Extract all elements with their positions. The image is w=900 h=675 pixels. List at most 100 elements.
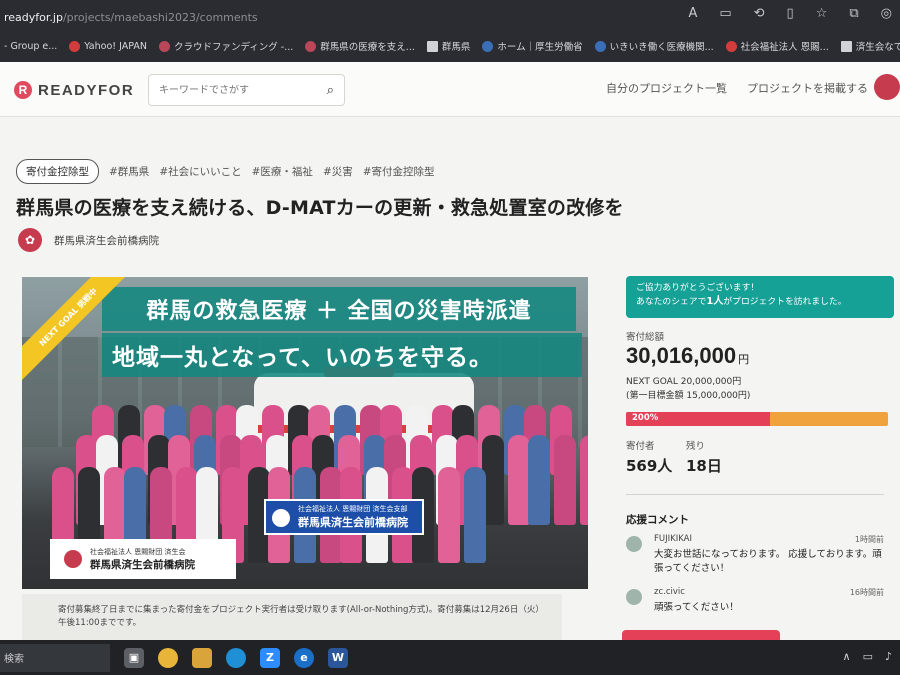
header-links: 自分のプロジェクト一覧 プロジェクトを掲載する [606,80,868,96]
comment-text: 大変お世話になっております。 応援しております。頑張ってください！ [654,549,882,575]
bookmark-item[interactable]: ホーム｜厚生労働省 [482,39,583,53]
comment-time: 16時間前 [849,588,884,597]
tag-link[interactable]: #社会にいいこと [159,164,241,179]
bookmark-item[interactable]: - Group e... [4,41,57,52]
zoom-icon[interactable]: Z [260,647,280,668]
bookmark-item[interactable]: 群馬県の医療を支え... [305,39,415,53]
tag-link[interactable]: #寄付金控除型 [363,164,435,179]
gunma-icon [426,40,438,52]
comment-item[interactable]: zc.civic 16時間前 頑張ってください！ [626,587,884,617]
remaining-value: 18日 [686,457,722,475]
tab-icon[interactable]: ▭ [719,6,731,21]
readyfor-icon [305,40,317,52]
saiseikai-logo-icon [272,509,290,527]
user-avatar[interactable] [874,74,900,100]
donate-button[interactable] [622,630,780,640]
bookmark-item[interactable]: 群馬県 [426,39,470,53]
project-type-badge[interactable]: 寄付金控除型 [16,159,99,184]
url-host: readyfor.jp [4,10,63,24]
bookmark-item[interactable]: Yahoo! JAPAN [69,40,147,52]
search-input[interactable] [149,84,309,96]
staff-member [508,435,530,525]
bookmark-item[interactable]: クラウドファンディング -... [158,39,293,53]
address-bar[interactable]: readyfor.jp /projects/maebashi2023/comme… [0,6,258,28]
bookmark-site-icon [594,40,606,52]
project-title: 群馬県の医療を支え続ける、D-MATカーの更新・救急処置室の改修を [16,197,624,219]
comments-title: 応援コメント [626,514,689,526]
staff-member [438,467,460,563]
remaining-label: 残り [686,441,706,452]
total-label: 寄付総額 [626,332,665,343]
word-icon[interactable]: W [328,647,348,668]
bookmark-item[interactable]: 社会福祉法人 恩賜... [725,39,829,53]
collections-icon[interactable]: ⧉ [849,6,858,21]
hero-headline-1: 群馬の救急医療 ＋ 全国の災害時派遣 [102,287,576,331]
readyfor-icon [158,40,170,52]
project-tags: 寄付金控除型 #群馬県 #社会にいいこと #医療・福祉 #災害 #寄付金控除型 [16,159,435,184]
document-icon [840,40,852,52]
file-explorer-icon[interactable] [192,647,212,668]
mhlw-icon [482,40,494,52]
browser-toolbar-icons: A ▭ ⟲ ▯ ☆ ⧉ ◎ [688,6,892,21]
commenter-avatar [626,536,642,552]
first-goal-text: (第一目標金額 15,000,000円) [626,390,751,401]
next-goal-text: NEXT GOAL 20,000,000円 [626,377,742,387]
commenter-avatar [626,589,642,605]
site-header: R READYFOR ⌕ 自分のプロジェクト一覧 プロジェクトを掲載する [0,62,900,117]
divider [626,494,884,495]
comment-text: 頑張ってください！ [654,602,739,613]
volume-icon[interactable]: ♪ [885,650,892,663]
chevron-up-icon[interactable]: ∧ [843,650,851,663]
hospital-banner: 社会福祉法人 恩賜財団 済生会支部 群馬県済生会前橋病院 [264,499,424,535]
progress-bar: 200% [626,412,888,426]
total-amount: 30,016,000 円 [626,343,750,368]
web-page: R READYFOR ⌕ 自分のプロジェクト一覧 プロジェクトを掲載する 寄付金… [0,62,900,640]
funding-note: 寄付募集終了日までに集まった寄付金をプロジェクト実行者は受け取ります(All-o… [22,594,562,640]
tag-link[interactable]: #群馬県 [109,164,149,179]
extension-icon[interactable]: ⟲ [754,6,765,21]
owner-name: 群馬県済生会前橋病院 [54,234,159,247]
staff-member [554,435,576,525]
owner-logo-icon: ✿ [18,228,42,252]
favorites-icon[interactable]: ☆ [816,6,828,21]
split-screen-icon[interactable]: ▯ [787,6,794,21]
donors-label: 寄付者 [626,441,655,452]
internet-explorer-icon[interactable]: e [294,647,314,668]
saiseikai-logo-icon [64,550,82,568]
commenter-name: FUJIKIKAI [654,534,692,544]
search-icon[interactable]: ⌕ [327,83,334,98]
search-box: ⌕ [148,74,345,106]
bookmark-item[interactable]: いきいき働く医療機関... [594,39,714,53]
profile-icon[interactable]: ◎ [881,6,892,21]
hospital-name-box: 社会福祉法人 恩賜財団 済生会 群馬県済生会前橋病院 [50,539,236,579]
my-projects-link[interactable]: 自分のプロジェクト一覧 [606,80,727,96]
commenter-name: zc.civic [654,587,685,597]
goal-info: NEXT GOAL 20,000,000円 (第一目標金額 15,000,000… [626,376,750,404]
comment-item[interactable]: FUJIKIKAI 1時間前 大変お世話になっております。 応援しております。頑… [626,534,884,582]
task-view-icon[interactable]: ▣ [124,647,144,668]
yahoo-icon [69,40,81,52]
url-path: /projects/maebashi2023/comments [62,10,258,24]
staff-member [464,467,486,563]
taskbar-search[interactable]: 検索 [0,643,110,672]
tag-link[interactable]: #災害 [323,164,353,179]
system-tray: ∧ ▭ ♪ [843,650,893,663]
share-thanks-banner: ご協力ありがとうございます！ あなたのシェアで1人がプロジェクトを訪れました。 [626,276,894,318]
tag-link[interactable]: #医療・福祉 [252,164,313,179]
chrome-icon[interactable] [158,647,178,668]
read-aloud-icon[interactable]: A [688,6,697,21]
hero-headline-2: 地域一丸となって、いのちを守る。 [102,333,582,377]
edge-icon[interactable] [226,647,246,668]
comment-time: 1時間前 [854,535,884,544]
hero-image: 群馬の救急医療 ＋ 全国の災害時派遣 地域一丸となって、いのちを守る。 NEXT… [22,277,588,589]
bookmark-item[interactable]: 済生会なでしこメ [840,39,900,53]
bookmark-site-icon [725,40,737,52]
project-owner[interactable]: ✿ 群馬県済生会前橋病院 [18,228,159,252]
post-project-link[interactable]: プロジェクトを掲載する [747,80,868,96]
staff-member [580,435,588,525]
browser-chrome: readyfor.jp /projects/maebashi2023/comme… [0,0,900,62]
bookmarks-bar: - Group e... Yahoo! JAPAN クラウドファンディング -.… [0,34,900,58]
readyfor-logo[interactable]: R READYFOR [14,81,134,99]
network-icon[interactable]: ▭ [863,650,873,663]
windows-taskbar: 検索 ▣ Z e W ∧ ▭ ♪ [0,640,900,675]
